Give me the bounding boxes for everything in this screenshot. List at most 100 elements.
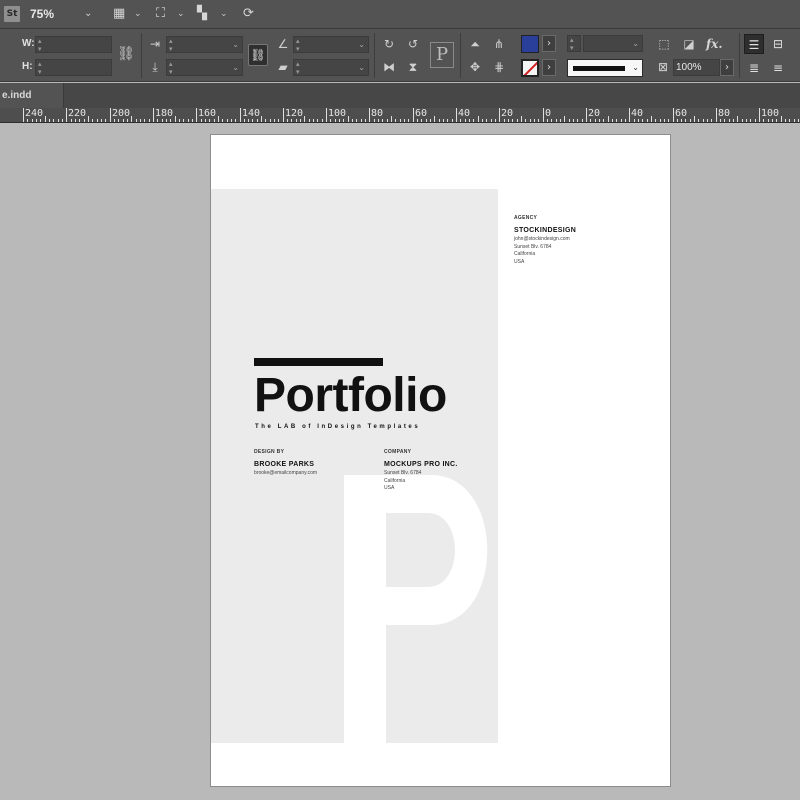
scale-y-dropdown-icon[interactable]: ⌄: [232, 62, 239, 74]
shear-angle-icon[interactable]: ▰: [274, 58, 292, 76]
ruler-minor-tick: [265, 119, 266, 122]
ruler-minor-tick: [27, 119, 28, 122]
ruler-minor-tick: [434, 116, 435, 122]
shear-angle-field[interactable]: ▴ ▾ ⌄: [293, 59, 369, 76]
rotate-clockwise-icon[interactable]: ↻: [380, 35, 398, 53]
align-left-text-icon[interactable]: ☰: [744, 34, 764, 54]
rotation-dropdown-icon[interactable]: ⌄: [358, 39, 365, 51]
ruler-minor-tick: [270, 119, 271, 122]
stroke-weight-dropdown-icon[interactable]: ⌄: [632, 38, 639, 50]
ruler-minor-tick: [491, 119, 492, 122]
shear-stepper-icon[interactable]: ▴ ▾: [296, 60, 300, 76]
company-state: California: [384, 477, 406, 484]
rotate-counterclockwise-icon[interactable]: ↺: [404, 35, 422, 53]
ruler-label: 200: [112, 108, 131, 119]
zoom-dropdown-icon[interactable]: ⌄: [84, 7, 92, 21]
fill-swatch[interactable]: [521, 35, 539, 53]
designer-name: BROOKE PARKS: [254, 461, 315, 468]
ruler-label: 0: [545, 108, 552, 119]
screen-mode-chevron-icon[interactable]: ⌄: [177, 8, 185, 20]
select-next-object-icon[interactable]: ⋕: [490, 58, 508, 76]
stroke-weight-field[interactable]: ⌄: [583, 35, 643, 52]
publish-online-icon[interactable]: ⟳: [243, 6, 254, 22]
select-previous-object-icon[interactable]: ⋔: [490, 35, 508, 53]
scale-x-field[interactable]: ▴ ▾ ⌄: [166, 36, 243, 53]
ruler-minor-tick: [92, 119, 93, 122]
scale-y-icon[interactable]: ⤓: [146, 58, 164, 76]
reference-point-icon[interactable]: P: [430, 42, 454, 68]
ruler-minor-tick: [352, 119, 353, 122]
page-subtitle: The LAB of InDesign Templates: [255, 424, 421, 430]
company-label: COMPANY: [384, 449, 412, 455]
stroke-menu-button[interactable]: ›: [542, 59, 556, 76]
ruler-minor-tick: [746, 119, 747, 122]
document-page[interactable]: AGENCY STOCKINDESIGN john@stockindesign.…: [210, 134, 671, 787]
rotation-angle-icon[interactable]: ∠: [274, 35, 292, 53]
zoom-level[interactable]: 75%: [30, 6, 54, 22]
ruler-minor-tick: [707, 119, 708, 122]
width-stepper-icon[interactable]: ▴ ▾: [38, 37, 42, 53]
fill-menu-button[interactable]: ›: [542, 35, 556, 52]
stroke-weight-stepper-icon[interactable]: ▴ ▾: [570, 36, 574, 52]
arrange-documents-icon[interactable]: ▚: [197, 6, 207, 22]
stroke-swatch[interactable]: [521, 59, 539, 77]
horizontal-ruler[interactable]: 240 220 200 180 160 140 120 100 80 60 40 20 0 20 40 60 8…: [0, 108, 800, 123]
text-frame-options-icon[interactable]: ⊟: [768, 34, 788, 54]
flip-vertical-icon[interactable]: ⧗: [404, 58, 422, 76]
ruler-minor-tick: [421, 119, 422, 122]
ruler-minor-tick: [785, 119, 786, 122]
select-container-icon[interactable]: ⏶: [466, 35, 484, 53]
ruler-minor-tick: [664, 119, 665, 122]
ruler-minor-tick: [504, 119, 505, 122]
scale-y-field[interactable]: ▴ ▾ ⌄: [166, 59, 243, 76]
ruler-minor-tick: [356, 119, 357, 122]
scale-x-icon[interactable]: ⇥: [146, 35, 164, 53]
effects-dropdown-icon[interactable]: ⬚: [655, 35, 673, 53]
drop-shadow-icon[interactable]: ◪: [680, 35, 698, 53]
ruler-minor-tick: [465, 119, 466, 122]
height-stepper-icon[interactable]: ▴ ▾: [38, 60, 42, 76]
document-tab[interactable]: e.indd: [0, 83, 64, 108]
height-field[interactable]: ▴ ▾: [35, 59, 112, 76]
opacity-menu-button[interactable]: ›: [720, 59, 734, 76]
ruler-minor-tick: [296, 119, 297, 122]
ruler-minor-tick: [460, 119, 461, 122]
width-field[interactable]: ▴ ▾: [35, 36, 112, 53]
ruler-minor-tick: [222, 119, 223, 122]
stock-logo[interactable]: St: [4, 6, 20, 22]
stroke-type-select[interactable]: ⌄: [567, 59, 643, 77]
ruler-minor-tick: [348, 116, 349, 122]
ruler-major-tick: [326, 108, 327, 122]
select-content-icon[interactable]: ✥: [466, 58, 484, 76]
rotation-angle-field[interactable]: ▴ ▾ ⌄: [293, 36, 369, 53]
ruler-minor-tick: [564, 116, 565, 122]
separator: [141, 33, 142, 78]
stroke-type-dropdown-icon[interactable]: ⌄: [632, 62, 639, 74]
flip-horizontal-icon[interactable]: ⧓: [380, 58, 398, 76]
align-justify-vertical-icon[interactable]: ≡: [768, 58, 788, 78]
align-center-vertical-icon[interactable]: ≣: [744, 58, 764, 78]
ruler-minor-tick: [335, 119, 336, 122]
screen-mode-icon[interactable]: ⛶: [156, 6, 165, 22]
view-options-chevron-icon[interactable]: ⌄: [134, 8, 142, 20]
ruler-minor-tick: [625, 119, 626, 122]
arrange-documents-chevron-icon[interactable]: ⌄: [220, 8, 228, 20]
ruler-minor-tick: [560, 119, 561, 122]
ruler-minor-tick: [737, 116, 738, 122]
ruler-minor-tick: [179, 119, 180, 122]
scale-x-dropdown-icon[interactable]: ⌄: [232, 39, 239, 51]
constrain-scale-icon[interactable]: ⛓: [248, 44, 268, 66]
constrain-proportions-icon[interactable]: ⛓: [117, 43, 135, 65]
scale-x-stepper-icon[interactable]: ▴ ▾: [169, 37, 173, 53]
ruler-label: 80: [718, 108, 731, 119]
view-options-icon[interactable]: ▦: [113, 6, 125, 22]
opacity-field[interactable]: 100%: [673, 59, 720, 76]
effects-button[interactable]: fx.: [706, 36, 723, 52]
ruler-minor-tick: [538, 119, 539, 122]
shear-dropdown-icon[interactable]: ⌄: [358, 62, 365, 74]
stroke-type-preview: [573, 66, 625, 71]
ruler-minor-tick: [291, 119, 292, 122]
scale-y-stepper-icon[interactable]: ▴ ▾: [169, 60, 173, 76]
rotation-stepper-icon[interactable]: ▴ ▾: [296, 37, 300, 53]
stroke-weight-stepper[interactable]: ▴ ▾: [567, 35, 581, 52]
